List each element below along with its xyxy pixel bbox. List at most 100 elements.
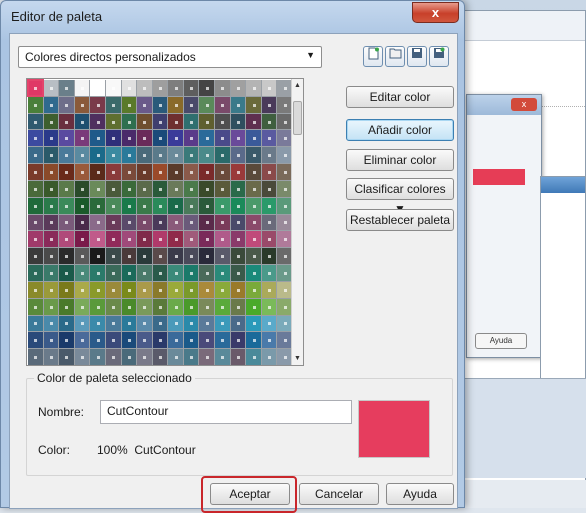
- cancel-button[interactable]: Cancelar: [299, 483, 379, 505]
- color-swatch[interactable]: [28, 130, 43, 147]
- color-swatch[interactable]: [137, 332, 152, 349]
- color-swatch[interactable]: [74, 164, 90, 180]
- color-swatch[interactable]: [105, 248, 121, 265]
- color-swatch[interactable]: [261, 96, 277, 113]
- color-swatch[interactable]: [230, 96, 246, 113]
- color-swatch[interactable]: [43, 315, 59, 332]
- color-swatch[interactable]: [137, 298, 152, 315]
- color-swatch[interactable]: [168, 231, 183, 248]
- color-swatch[interactable]: [261, 265, 277, 281]
- color-swatch[interactable]: [137, 248, 152, 265]
- color-swatch[interactable]: [59, 315, 74, 332]
- color-swatch[interactable]: [168, 265, 183, 281]
- color-swatch[interactable]: [121, 180, 137, 197]
- color-swatch[interactable]: [74, 349, 90, 365]
- color-swatch[interactable]: [168, 281, 183, 298]
- color-swatch[interactable]: [230, 315, 246, 332]
- color-swatch[interactable]: [74, 265, 90, 281]
- color-swatch[interactable]: [43, 130, 59, 147]
- color-swatch[interactable]: [28, 113, 43, 130]
- color-swatch[interactable]: [59, 80, 74, 96]
- color-swatch[interactable]: [59, 197, 74, 214]
- add-color-button[interactable]: Añadir color: [346, 119, 454, 141]
- color-swatch[interactable]: [43, 180, 59, 197]
- color-swatch[interactable]: [246, 164, 261, 180]
- color-swatch[interactable]: [59, 298, 74, 315]
- color-swatch[interactable]: [90, 231, 105, 248]
- color-swatch[interactable]: [168, 298, 183, 315]
- color-swatch[interactable]: [215, 349, 230, 365]
- color-swatch[interactable]: [28, 214, 43, 231]
- color-swatch[interactable]: [90, 164, 105, 180]
- color-swatch[interactable]: [152, 113, 168, 130]
- color-swatch[interactable]: [43, 281, 59, 298]
- color-swatch[interactable]: [59, 147, 74, 164]
- color-swatch[interactable]: [168, 147, 183, 164]
- color-swatch[interactable]: [199, 281, 215, 298]
- color-swatch[interactable]: [199, 130, 215, 147]
- color-swatch[interactable]: [28, 164, 43, 180]
- color-swatch[interactable]: [215, 130, 230, 147]
- reset-palette-button[interactable]: Restablecer paleta: [346, 209, 454, 231]
- color-swatch[interactable]: [121, 80, 137, 96]
- color-swatch[interactable]: [43, 96, 59, 113]
- color-swatch[interactable]: [246, 96, 261, 113]
- background-help-button[interactable]: Ayuda: [475, 333, 527, 349]
- color-swatch[interactable]: [74, 130, 90, 147]
- color-swatch[interactable]: [105, 265, 121, 281]
- color-swatch[interactable]: [246, 231, 261, 248]
- color-swatch[interactable]: [277, 248, 292, 265]
- color-swatch[interactable]: [137, 164, 152, 180]
- color-swatch[interactable]: [105, 332, 121, 349]
- color-swatch[interactable]: [199, 248, 215, 265]
- color-swatch[interactable]: [215, 315, 230, 332]
- color-swatch[interactable]: [168, 315, 183, 332]
- palette-dropdown[interactable]: Colores directos personalizados ▼: [18, 46, 322, 68]
- color-swatch[interactable]: [43, 332, 59, 349]
- color-swatch[interactable]: [152, 315, 168, 332]
- color-swatch[interactable]: [230, 197, 246, 214]
- color-swatch[interactable]: [90, 214, 105, 231]
- color-swatch[interactable]: [74, 214, 90, 231]
- color-swatch[interactable]: [43, 164, 59, 180]
- color-swatch[interactable]: [277, 214, 292, 231]
- color-swatch[interactable]: [43, 113, 59, 130]
- color-swatch[interactable]: [215, 248, 230, 265]
- color-swatch[interactable]: [246, 130, 261, 147]
- color-swatch[interactable]: [215, 113, 230, 130]
- color-swatch[interactable]: [183, 265, 199, 281]
- color-swatch[interactable]: [277, 349, 292, 365]
- color-swatch[interactable]: [43, 265, 59, 281]
- color-swatch[interactable]: [215, 281, 230, 298]
- color-swatch[interactable]: [137, 130, 152, 147]
- color-swatch[interactable]: [246, 332, 261, 349]
- color-swatch[interactable]: [215, 298, 230, 315]
- color-swatch[interactable]: [277, 197, 292, 214]
- color-swatch[interactable]: [152, 147, 168, 164]
- color-swatch[interactable]: [168, 332, 183, 349]
- color-swatch[interactable]: [215, 332, 230, 349]
- color-swatch[interactable]: [74, 281, 90, 298]
- color-swatch[interactable]: [199, 197, 215, 214]
- color-swatch[interactable]: [74, 80, 90, 96]
- color-swatch[interactable]: [74, 315, 90, 332]
- color-swatch[interactable]: [74, 197, 90, 214]
- color-swatch[interactable]: [105, 231, 121, 248]
- color-swatch[interactable]: [261, 349, 277, 365]
- color-swatch[interactable]: [28, 248, 43, 265]
- color-swatch[interactable]: [277, 113, 292, 130]
- scroll-thumb[interactable]: [293, 101, 302, 135]
- color-swatch[interactable]: [261, 315, 277, 332]
- color-swatch[interactable]: [277, 231, 292, 248]
- color-swatch[interactable]: [246, 349, 261, 365]
- color-swatch[interactable]: [137, 80, 152, 96]
- color-swatch[interactable]: [152, 281, 168, 298]
- color-swatch[interactable]: [105, 315, 121, 332]
- color-swatch[interactable]: [105, 180, 121, 197]
- color-swatch[interactable]: [137, 113, 152, 130]
- color-swatch[interactable]: [43, 197, 59, 214]
- color-swatch[interactable]: [246, 197, 261, 214]
- color-swatch[interactable]: [90, 113, 105, 130]
- color-swatch[interactable]: [261, 164, 277, 180]
- title-bar[interactable]: Editor de paleta x: [1, 1, 464, 33]
